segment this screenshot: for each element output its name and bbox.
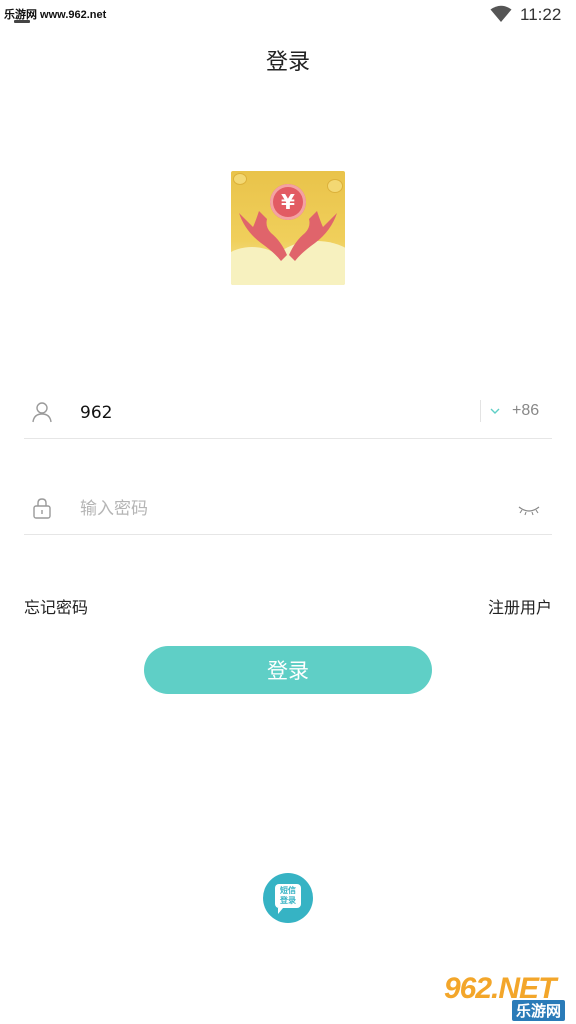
- account-row: +86: [24, 388, 552, 439]
- page-title: 登录: [265, 50, 310, 75]
- password-row: [24, 484, 552, 535]
- register-link[interactable]: 注册用户: [488, 594, 552, 618]
- account-input[interactable]: [80, 396, 460, 430]
- status-bar: 乐游网 www.962.net 11:22: [0, 0, 576, 30]
- sms-line-1: 短信: [280, 886, 296, 895]
- country-code-selector[interactable]: +86: [512, 402, 539, 420]
- wifi-icon: [490, 5, 512, 22]
- sms-login-label: 短信 登录: [275, 886, 301, 906]
- forgot-password-link[interactable]: 忘记密码: [24, 594, 88, 618]
- watermark-site: 乐游网: [512, 1000, 566, 1021]
- lock-icon: [33, 498, 51, 519]
- user-icon: [32, 402, 52, 423]
- message-bubble-icon: 短信 登录: [275, 884, 301, 914]
- eye-closed-icon[interactable]: [518, 504, 540, 516]
- yuan-coin-icon: ¥: [270, 184, 306, 220]
- clock: 11:22: [520, 5, 562, 24]
- sms-line-2: 登录: [280, 896, 296, 905]
- login-screen: 乐游网 www.962.net 11:22 登录 ¥ +86: [0, 0, 576, 1024]
- app-logo: ¥: [231, 171, 345, 285]
- password-input[interactable]: [80, 492, 460, 526]
- divider: [480, 400, 481, 422]
- chevron-down-icon[interactable]: [490, 408, 500, 415]
- sms-login-button[interactable]: 短信 登录: [263, 873, 313, 923]
- login-button[interactable]: 登录: [144, 646, 432, 694]
- notification-icon: [14, 20, 30, 23]
- site-watermark: 962.NET 乐游网: [436, 972, 572, 1021]
